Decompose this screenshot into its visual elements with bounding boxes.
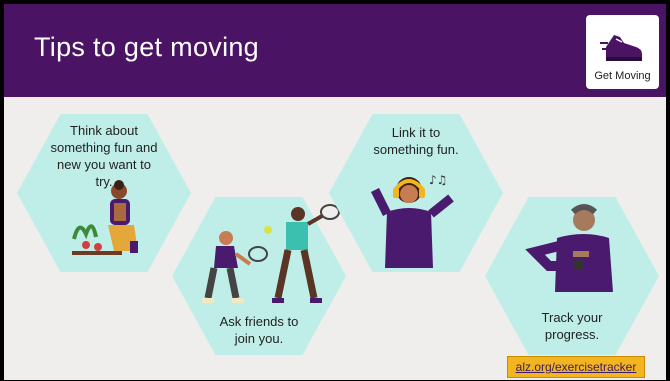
- slide-title: Tips to get moving: [34, 32, 259, 62]
- tip-2-text: Ask friends to join you.: [219, 314, 299, 346]
- tennis-players-illustration: [202, 204, 340, 303]
- get-moving-badge: Get Moving: [586, 15, 659, 89]
- badge-label: Get Moving: [594, 70, 651, 82]
- running-shoe-icon: [600, 35, 642, 61]
- person-checking-watch-illustration: [525, 204, 613, 292]
- header-bar: Tips to get moving Get Moving: [4, 4, 666, 97]
- slide: Tips to get moving Get Moving Think abou…: [4, 4, 666, 380]
- svg-text:♪♫: ♪♫: [429, 173, 447, 187]
- exercise-tracker-link[interactable]: alz.org/exercisetracker: [507, 356, 645, 378]
- person-with-headphones-illustration: ♪♫: [370, 173, 454, 268]
- tip-3-text: Link it to something fun.: [373, 125, 459, 157]
- tip-4-text: Track your progress.: [541, 310, 603, 342]
- gardening-person-illustration: [72, 180, 138, 255]
